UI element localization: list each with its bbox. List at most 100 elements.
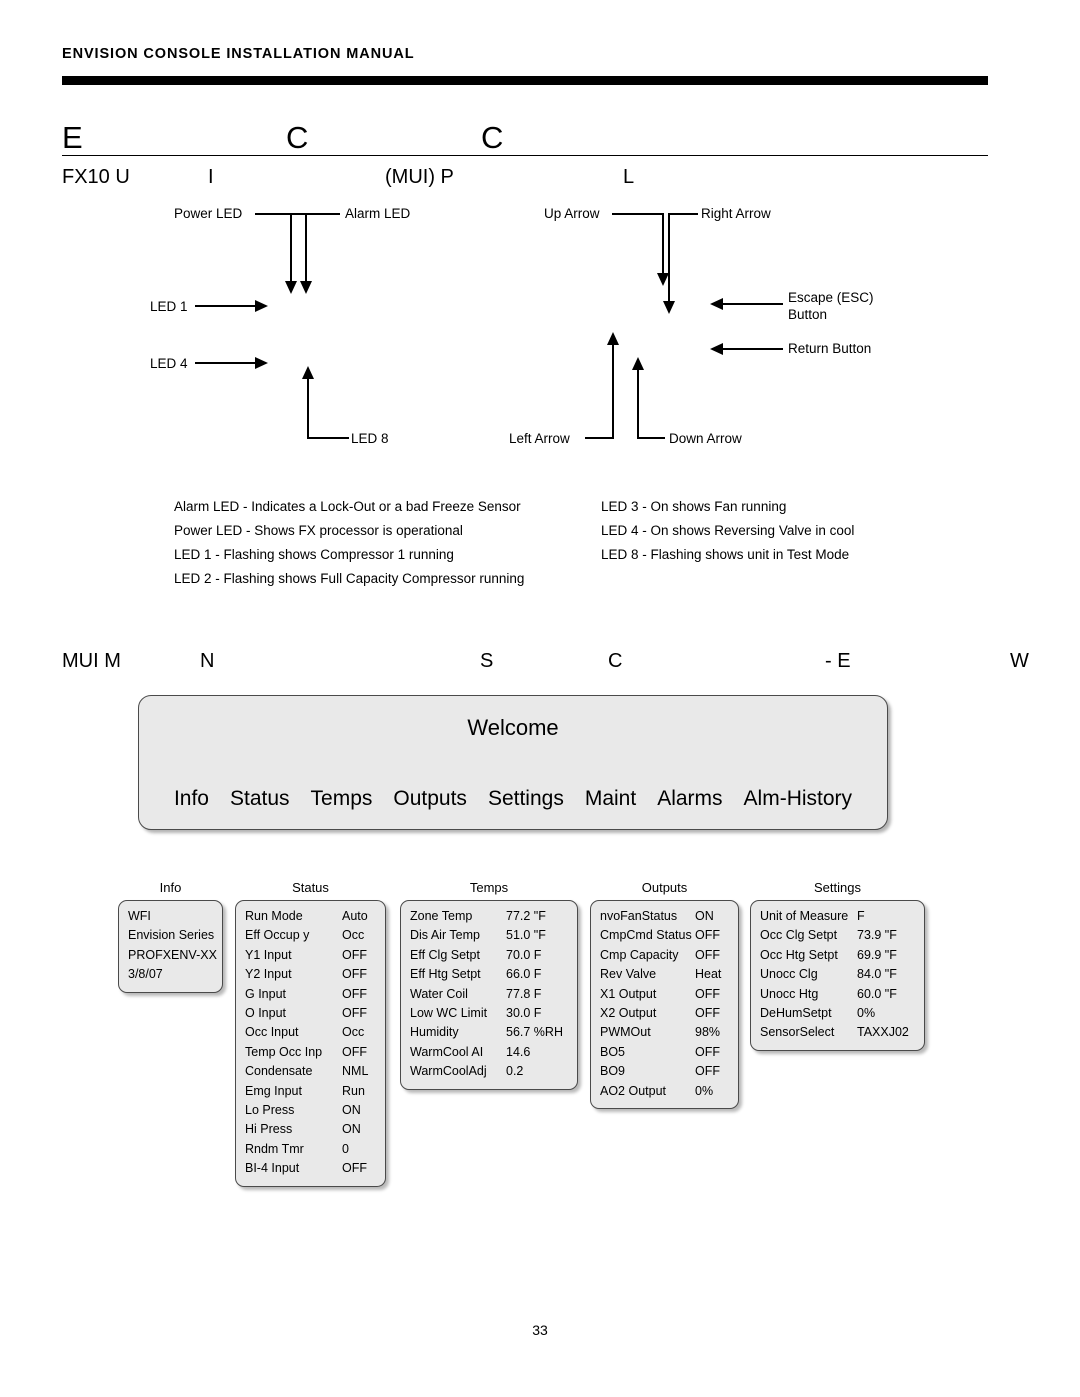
row-label: Y1 Input xyxy=(245,947,292,962)
escape-button-line2: Button xyxy=(788,307,828,323)
head2-group-fragment-1: I xyxy=(208,166,214,188)
table-row: Occ Clg Setpt 73.9 "F xyxy=(751,926,924,945)
table-row: Y2 Input OFF xyxy=(236,965,385,984)
row-value: F xyxy=(857,909,865,923)
welcome-menu-item-temps[interactable]: Temps xyxy=(311,787,373,811)
leader-left-arrow-h xyxy=(585,437,614,439)
welcome-menu-item-settings[interactable]: Settings xyxy=(488,787,564,811)
row-label: BO9 xyxy=(600,1064,626,1079)
running-head: ENVISION CONSOLE INSTALLATION MANUAL xyxy=(62,46,415,62)
row-label: Eff Clg Setpt xyxy=(410,947,480,962)
arrowhead-left-arrow xyxy=(607,332,619,345)
table-row: 3/8/07 xyxy=(119,965,222,984)
row-label: WarmCoolAdj xyxy=(410,1064,487,1079)
welcome-menu-item-outputs[interactable]: Outputs xyxy=(393,787,467,811)
leader-left-arrow-v xyxy=(612,345,614,438)
table-row: BO5 OFF xyxy=(591,1043,738,1062)
table-row: Envision Series xyxy=(119,926,222,945)
row-value: Run xyxy=(342,1083,365,1098)
row-label: X1 Output xyxy=(600,986,657,1001)
table-row: Eff Occup y Occ xyxy=(236,926,385,945)
leader-alarm-led-h xyxy=(290,213,340,215)
table-row: CmpCmd Status OFF xyxy=(591,926,738,945)
row-value: 98% xyxy=(695,1025,721,1040)
arrowhead-right-arrow xyxy=(663,301,675,314)
table-row: Unit of Measure F xyxy=(751,907,924,926)
table-box-outputs: nvoFanStatus ON CmpCmd Status OFF Cmp Capaci… xyxy=(590,900,739,1110)
leader-down-arrow-v xyxy=(637,370,639,438)
leader-down-arrow-h xyxy=(637,437,665,439)
table-box-status: Run Mode Auto Eff Occup y Occ Y1 Input OFF Y2 … xyxy=(235,900,386,1187)
row-label: Unit of Measure xyxy=(760,909,849,923)
row-label: Rndm Tmr xyxy=(245,1141,304,1156)
row-label: BI-4 Input xyxy=(245,1161,300,1176)
table-row: Occ Input Occ xyxy=(236,1023,385,1042)
row-label: Emg Input xyxy=(245,1083,302,1098)
leader-alarm-led-v xyxy=(290,213,292,283)
row-value: 0% xyxy=(695,1083,714,1098)
welcome-title: Welcome xyxy=(467,715,559,740)
table-row: Emg Input Run xyxy=(236,1082,385,1101)
welcome-menu-item-status[interactable]: Status xyxy=(230,787,290,811)
head3-group-fragment-2: S xyxy=(480,650,494,672)
row-value: ON xyxy=(342,1103,361,1118)
table-caption-outputs: Outputs xyxy=(641,880,688,895)
row-label: Occ Input xyxy=(245,1025,299,1040)
welcome-menu-item-maint[interactable]: Maint xyxy=(585,787,636,811)
legend-item: LED 3 - On shows Fan running xyxy=(601,499,787,514)
leader-right-arrow-v xyxy=(668,213,670,303)
welcome-menu-bar: Info Status Temps Outputs Settings Maint Alarm… xyxy=(139,787,887,811)
head2-group-fragment-0: FX10 U xyxy=(62,166,130,188)
legend-item: LED 2 - Flashing shows Full Capacity Com… xyxy=(174,571,525,586)
row-label: AO2 Output xyxy=(600,1083,667,1098)
welcome-menu-item-alarms[interactable]: Alarms xyxy=(657,787,722,811)
table-row: WarmCool AI 14.6 xyxy=(401,1043,577,1062)
row-value: 14.6 xyxy=(506,1044,531,1059)
arrowhead-escape-button xyxy=(710,298,723,310)
row-label: 3/8/07 xyxy=(128,967,163,982)
row-label: Condensate xyxy=(245,1064,313,1079)
row-value: Occ xyxy=(342,1025,365,1040)
row-label: O Input xyxy=(245,1006,286,1021)
row-value: TAXXJ02 xyxy=(857,1025,909,1040)
leader-led-4 xyxy=(195,362,257,364)
row-label: Eff Occup y xyxy=(245,928,310,943)
legend-item: LED 8 - Flashing shows unit in Test Mode xyxy=(601,547,850,562)
table-caption-settings: Settings xyxy=(814,880,861,895)
table-row: nvoFanStatus ON xyxy=(591,907,738,926)
leader-led-1 xyxy=(195,305,257,307)
welcome-menu-item-alm-history[interactable]: Alm-History xyxy=(744,787,853,811)
table-row: Occ Htg Setpt 69.9 "F xyxy=(751,946,924,965)
row-value: Heat xyxy=(695,967,722,982)
table-row: BI-4 Input OFF xyxy=(236,1159,385,1178)
row-value: Occ xyxy=(342,928,365,943)
row-label: Occ Clg Setpt xyxy=(760,928,838,943)
legend-item: LED 1 - Flashing shows Compressor 1 runn… xyxy=(174,547,454,562)
table-row: Y1 Input OFF xyxy=(236,946,385,965)
table-row: BO9 OFF xyxy=(591,1062,738,1081)
head2-group-fragment-2: (MUI) P xyxy=(385,166,454,188)
head3-group-fragment-0: MUI M xyxy=(62,650,121,672)
table-row: PROFXENV-XX xyxy=(119,946,222,965)
table-caption-info: Info xyxy=(159,880,182,895)
table-row: WarmCoolAdj 0.2 xyxy=(401,1062,577,1081)
welcome-menu-item-info[interactable]: Info xyxy=(174,787,209,811)
callout-label-led-8: LED 8 xyxy=(351,431,389,446)
leader-led-8-v xyxy=(307,379,309,438)
callout-label-power-led: Power LED xyxy=(174,206,243,221)
table-row: X1 Output OFF xyxy=(591,985,738,1004)
row-value: 0% xyxy=(857,1006,876,1021)
callout-label-led-4: LED 4 xyxy=(150,356,188,371)
arrowhead-down-arrow xyxy=(632,357,644,370)
table-row: WFI xyxy=(119,907,222,926)
header-rule-bar xyxy=(62,76,988,85)
arrowhead-led-8 xyxy=(302,366,314,379)
row-label: Y2 Input xyxy=(245,967,292,982)
row-label: PWMOut xyxy=(600,1025,651,1040)
head1-group-fragment-2: C xyxy=(481,120,504,155)
leader-escape-button xyxy=(723,303,783,305)
row-value: Auto xyxy=(342,909,368,923)
table-box-settings: Unit of Measure F Occ Clg Setpt 73.9 "F Occ … xyxy=(750,900,925,1051)
head3-group-fragment-3: C xyxy=(608,650,623,672)
table-row: AO2 Output 0% xyxy=(591,1082,738,1101)
